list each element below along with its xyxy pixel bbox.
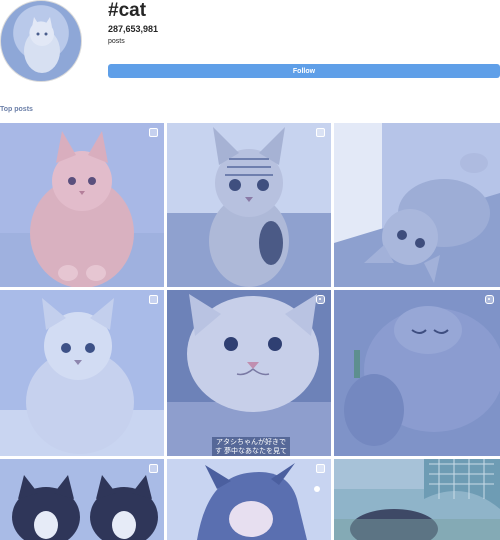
multi-photo-icon — [149, 128, 158, 137]
multi-photo-icon — [149, 464, 158, 473]
post-tabby-kitten[interactable] — [167, 123, 331, 287]
top-posts-grid: アタシちゃんが好きです 夢中なあなたを見て❤ — [0, 123, 500, 540]
post-illustration[interactable] — [167, 459, 331, 540]
multi-photo-icon — [316, 464, 325, 473]
multi-photo-icon — [149, 295, 158, 304]
multi-photo-icon — [316, 128, 325, 137]
post-tuxedo-kittens[interactable] — [0, 459, 164, 540]
post-fluffy-kitten[interactable] — [0, 290, 164, 456]
top-posts-heading: Top posts — [0, 106, 33, 113]
hashtag-avatar — [0, 0, 82, 82]
hashtag-header: #cat 287,653,981 posts Follow — [0, 0, 500, 110]
reel-icon — [316, 295, 325, 304]
post-count-label: posts — [108, 38, 125, 45]
hashtag-title: #cat — [108, 0, 147, 21]
post-count: 287,653,981 — [108, 24, 159, 34]
post-caption: アタシちゃんが好きです 夢中なあなたを見て❤ — [212, 437, 290, 456]
post-gray-cat[interactable] — [334, 290, 500, 456]
post-orange-cat[interactable] — [0, 123, 164, 287]
reel-icon — [485, 295, 494, 304]
post-outdoor-cat[interactable] — [334, 459, 500, 540]
follow-button[interactable]: Follow — [108, 64, 500, 78]
post-closeup-kitten[interactable]: アタシちゃんが好きです 夢中なあなたを見て❤ — [167, 290, 331, 456]
post-lying-kitten[interactable] — [334, 123, 500, 287]
